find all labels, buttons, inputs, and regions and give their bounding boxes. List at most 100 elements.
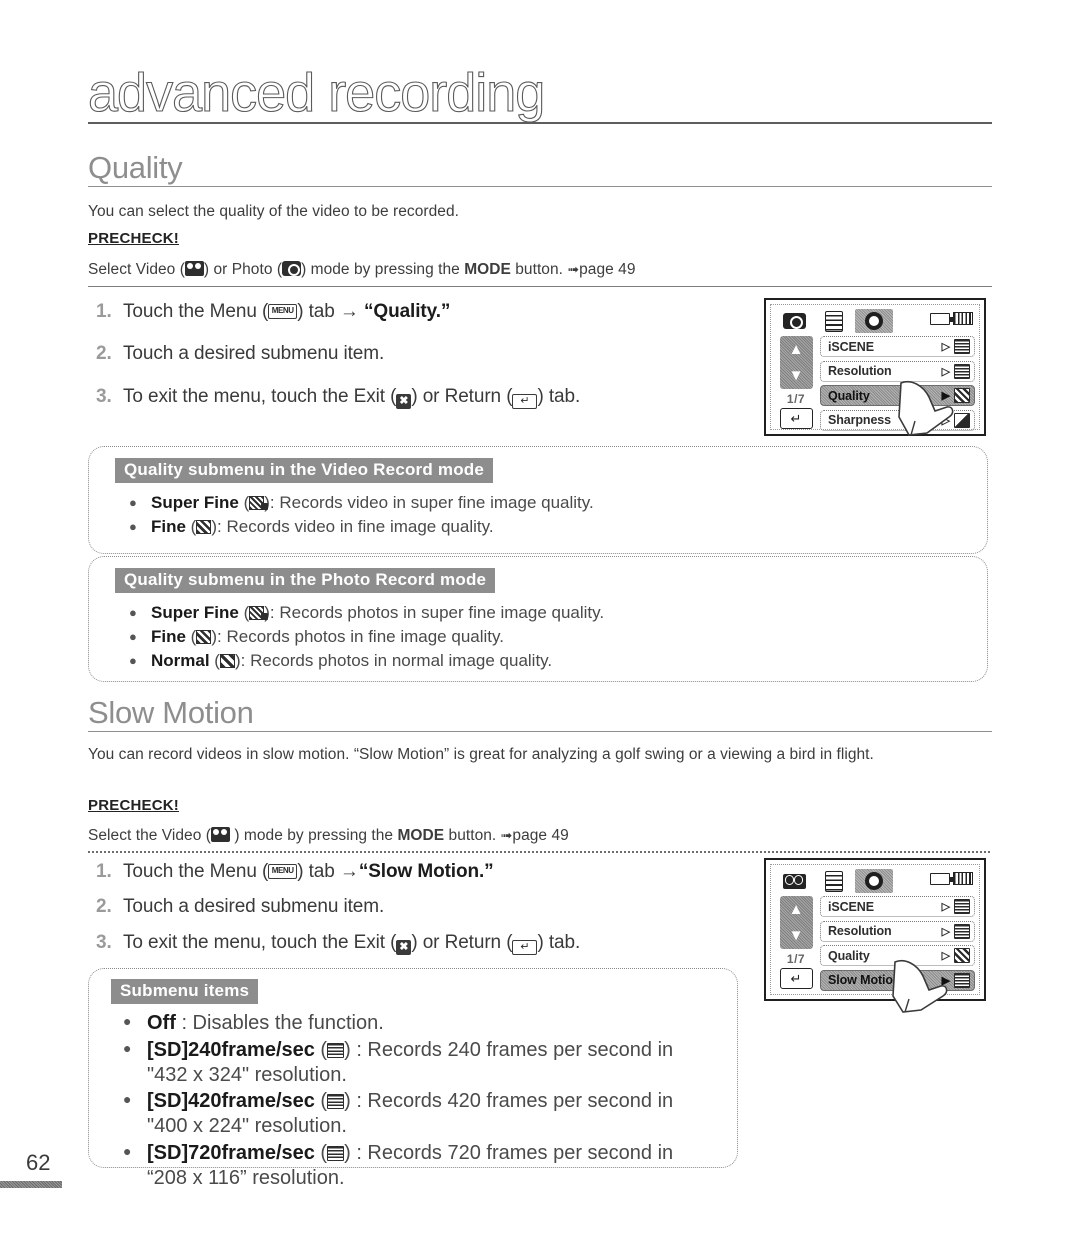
bullet-icon: ● xyxy=(123,1091,132,1108)
gear-icon xyxy=(865,312,883,330)
lcd-return-button[interactable]: ↵ xyxy=(779,968,813,989)
list-item: ● Fine (): Records video in fine image q… xyxy=(129,516,987,539)
item-desc: : Records photos in super fine image qua… xyxy=(269,603,605,622)
storage-icon xyxy=(953,872,973,885)
page-title: advanced recording xyxy=(87,63,545,123)
quality-normal-icon xyxy=(219,653,235,668)
exit-tab-icon: ✖ xyxy=(396,393,412,409)
quality-heading-rule xyxy=(88,185,992,188)
item-desc: : Records 240 frames per second in xyxy=(350,1038,674,1061)
step-number: 1. xyxy=(96,301,112,322)
step-mid: ) or Return ( xyxy=(411,931,513,953)
chevron-right-icon: ▷ xyxy=(941,925,950,938)
item-desc: : Records 720 frames per second in xyxy=(350,1141,674,1164)
bullet-icon: ● xyxy=(123,1013,132,1029)
precheck-page-ref: page 49 xyxy=(512,827,569,844)
step-number: 2. xyxy=(96,343,112,365)
lcd-inner: ▲ ▼ 1/7 ↵ iSCENE ▷ Resolution ▷ Quality … xyxy=(770,304,980,436)
lcd-tab-video-mode[interactable] xyxy=(775,869,813,893)
step-strong: “Quality.” xyxy=(358,301,451,322)
slow-motion-step-1: 1. Touch the Menu (MENU) tab →“Slow Moti… xyxy=(96,860,736,884)
slow-motion-items: ● Off : Disables the function. ● [SD]240… xyxy=(89,1004,737,1191)
gear-icon xyxy=(865,872,883,890)
slow-motion-heading: Slow Motion xyxy=(88,695,254,730)
lcd-row-iscene[interactable]: iSCENE ▷ xyxy=(820,896,975,917)
lcd-row-slow-motion[interactable]: Slow Motion ▶ xyxy=(820,969,975,991)
item-text: Off : Disables the function. xyxy=(147,1011,384,1036)
list-item: ● [SD]240frame/sec () : Records 240 fram… xyxy=(123,1038,737,1088)
lcd-tab-photo-mode[interactable] xyxy=(775,309,813,333)
lcd-tab-menu[interactable] xyxy=(815,309,853,333)
step-pre: Touch the Menu ( xyxy=(123,861,269,882)
step-text: Touch the Menu (MENU) tab → “Quality.” xyxy=(123,300,450,324)
bullet-icon: ● xyxy=(123,1039,132,1056)
lcd-row-iscene[interactable]: iSCENE ▷ xyxy=(820,336,975,357)
item-desc-line2: "432 x 324" resolution. xyxy=(147,1063,347,1086)
chevron-right-icon: ▷ xyxy=(941,901,950,913)
precheck-post-text: ) mode by pressing the xyxy=(229,827,398,844)
lcd-row-label: iSCENE xyxy=(828,339,874,354)
lcd-row-resolution[interactable]: Resolution ▷ xyxy=(820,920,975,942)
lcd-tab-settings[interactable] xyxy=(855,309,893,333)
item-text: Fine (): Records video in fine image qua… xyxy=(151,516,494,536)
lcd-row-resolution[interactable]: Resolution ▷ xyxy=(820,360,975,382)
slow-motion-lcd-screen: ▲ ▼ 1/7 ↵ iSCENE ▷ Resolution ▷ Quality … xyxy=(764,858,986,1013)
step-text: Touch the Menu (MENU) tab →“Slow Motion.… xyxy=(123,860,494,884)
step-pre: Touch the Menu ( xyxy=(123,301,269,322)
slow-motion-heading-rule xyxy=(88,730,992,733)
quality-value-icon xyxy=(954,948,970,963)
quality-superfine-icon xyxy=(249,606,269,620)
lcd-inner: ▲ ▼ 1/7 ↵ iSCENE ▷ Resolution ▷ Quality … xyxy=(770,864,980,1013)
chevron-up-icon[interactable]: ▲ xyxy=(789,342,804,357)
quality-intro: You can select the quality of the video … xyxy=(88,203,459,220)
quality-fine-icon xyxy=(196,629,212,644)
lcd-row-label: Slow Motion xyxy=(828,973,901,987)
quality-fine-icon xyxy=(196,519,212,534)
step-mid: ) tab xyxy=(297,861,340,882)
chevron-down-icon[interactable]: ▼ xyxy=(789,928,804,943)
slow-motion-section-title: Slow Motion xyxy=(88,695,992,733)
fps-720-icon xyxy=(327,1145,345,1161)
precheck-post-text: ) mode by pressing the xyxy=(301,261,465,278)
iscene-value-icon xyxy=(954,339,970,354)
box-header: Quality submenu in the Video Record mode xyxy=(115,458,494,483)
item-desc: : Records video in super fine image qual… xyxy=(269,493,594,512)
quality-heading: Quality xyxy=(88,150,183,185)
slow-motion-step-2: 2. Touch a desired submenu item. xyxy=(96,895,736,919)
step-text: Touch a desired submenu item. xyxy=(123,896,385,918)
quality-video-mode-box: Quality submenu in the Video Record mode… xyxy=(88,446,988,554)
quality-steps: 1. Touch the Menu (MENU) tab → “Quality.… xyxy=(96,300,736,409)
page-number-bar xyxy=(0,1181,62,1188)
lcd-nav-column: ▲ ▼ 1/7 ↵ xyxy=(775,336,817,434)
lcd-return-button[interactable]: ↵ xyxy=(779,408,813,429)
quality-photo-items: ● Super Fine (): Records photos in super… xyxy=(89,593,987,673)
chevron-down-icon[interactable]: ▼ xyxy=(789,368,804,383)
item-name: [SD]720frame/sec xyxy=(147,1141,315,1164)
list-item: ● [SD]420frame/sec () : Records 420 fram… xyxy=(123,1089,737,1139)
chevron-up-icon[interactable]: ▲ xyxy=(789,902,804,917)
lcd-row-quality[interactable]: Quality ▶ xyxy=(820,385,975,406)
lcd-row-sharpness[interactable]: Sharpness ▷ xyxy=(820,409,975,431)
lcd-scroll-buttons[interactable]: ▲ ▼ xyxy=(779,336,813,389)
step-text: Touch a desired submenu item. xyxy=(123,343,385,365)
lcd-body: ▲ ▼ 1/7 ↵ iSCENE ▷ Resolution ▷ Quality … xyxy=(775,896,975,994)
slow-motion-precheck-rule xyxy=(88,851,992,853)
lcd-scroll-buttons[interactable]: ▲ ▼ xyxy=(779,896,813,949)
menu-tab-icon: MENU xyxy=(268,864,298,879)
return-tab-icon: ↵ xyxy=(512,939,538,955)
lcd-status-indicators xyxy=(930,312,973,325)
step-number: 2. xyxy=(96,896,112,918)
resolution-value-icon xyxy=(954,363,970,379)
item-desc-line2: “208 x 116” resolution. xyxy=(147,1166,345,1189)
lcd-tab-settings[interactable] xyxy=(855,869,893,893)
lcd-tab-menu[interactable] xyxy=(815,869,853,893)
storage-icon xyxy=(953,312,973,325)
lcd-row-quality[interactable]: Quality ▷ xyxy=(820,945,975,966)
quality-photo-mode-box: Quality submenu in the Photo Record mode… xyxy=(88,556,988,682)
sharpness-value-icon xyxy=(954,412,970,428)
item-name: Fine xyxy=(151,516,186,536)
step-pre: To exit the menu, touch the Exit ( xyxy=(123,931,397,953)
lcd-menu-rows: iSCENE ▷ Resolution ▷ Quality ▶ Sharpnes… xyxy=(817,336,975,434)
item-name: Super Fine xyxy=(151,493,239,512)
battery-icon xyxy=(930,872,953,885)
